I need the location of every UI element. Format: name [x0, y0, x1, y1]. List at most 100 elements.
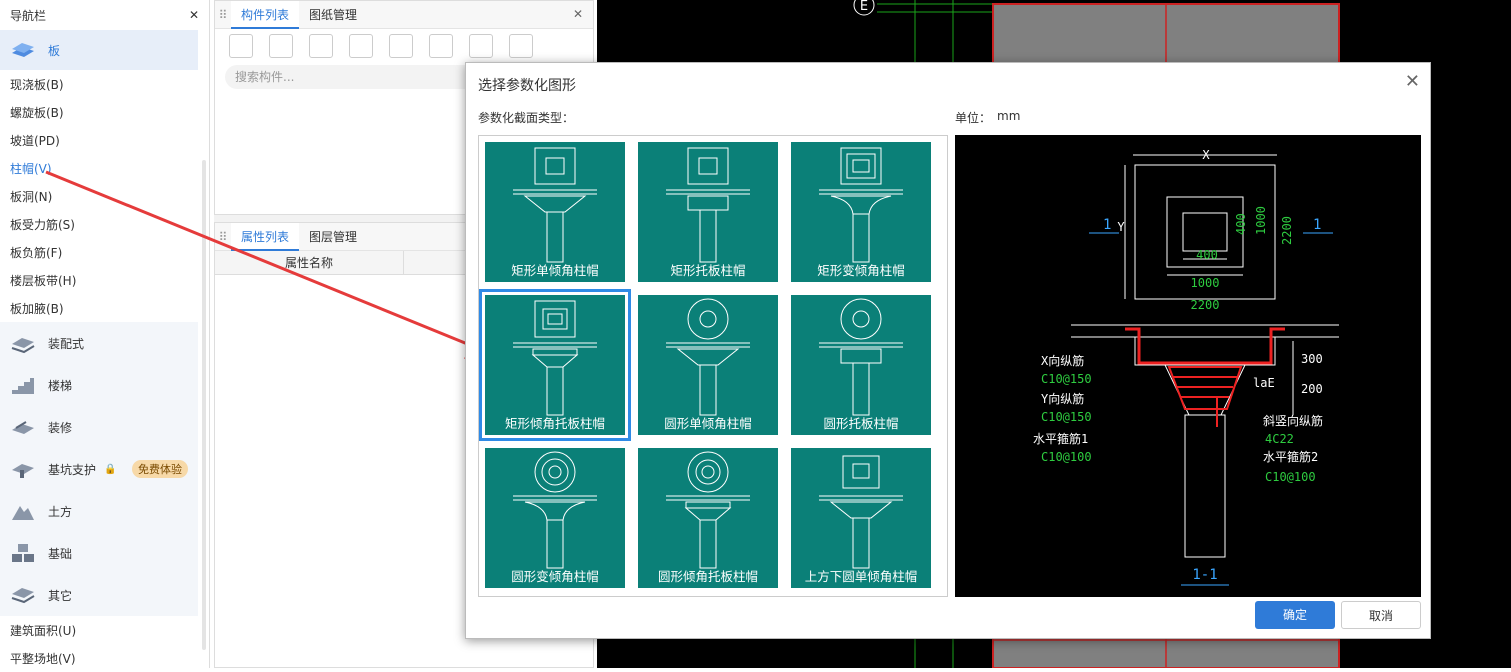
save-icon[interactable]	[389, 34, 413, 58]
nav-item-negative-rebar[interactable]: 板负筋(F)	[0, 238, 209, 266]
nav-category-prefab[interactable]: 装配式	[0, 322, 198, 364]
nav-item-slab-opening[interactable]: 板洞(N)	[0, 182, 209, 210]
close-icon[interactable]: ✕	[573, 7, 583, 21]
dim-200: 200	[1301, 382, 1323, 396]
drag-handle-icon[interactable]: ⠿	[215, 230, 231, 244]
x-rebar-value: C10@150	[1041, 372, 1092, 386]
nav-category-pit-support[interactable]: 基坑支护 🔒 免费体验	[0, 448, 198, 490]
confirm-button[interactable]: 确定	[1255, 601, 1335, 629]
slab-icon	[10, 39, 36, 61]
axis-label: E	[860, 0, 868, 14]
nav-category-label: 楼梯	[48, 378, 73, 393]
nav-category-earthwork[interactable]: 土方	[0, 490, 198, 532]
shape-circle-single-tilt[interactable]: 圆形单倾角柱帽	[638, 295, 778, 435]
dim-x: X	[1202, 148, 1210, 162]
stairs-icon	[10, 374, 36, 396]
decoration-icon	[10, 416, 36, 438]
horizontal-stirrup1-label: 水平箍筋1	[1033, 431, 1088, 446]
nav-category-label: 装配式	[48, 336, 85, 351]
nav-category-label: 基坑支护	[48, 462, 97, 477]
nav-category-decoration[interactable]: 装修	[0, 406, 198, 448]
nav-item-building-area[interactable]: 建筑面积(U)	[0, 616, 209, 644]
dim-2200-v: 2200	[1280, 216, 1294, 245]
dialog-title: 选择参数化图形	[478, 78, 576, 94]
nav-item-ramp[interactable]: 坡道(PD)	[0, 126, 209, 154]
dim-2200-h: 2200	[1191, 298, 1220, 312]
slab-item-list: 现浇板(B) 螺旋板(B) 坡道(PD) 柱帽(V) 板洞(N) 板受力筋(S)…	[0, 70, 209, 322]
nav-scrollbar[interactable]	[202, 160, 206, 650]
shape-caption: 矩形单倾角柱帽	[511, 263, 599, 278]
unit-label: 单位：	[955, 111, 992, 125]
nav-category-stairs[interactable]: 楼梯	[0, 364, 198, 406]
shape-caption: 圆形变倾角柱帽	[511, 569, 599, 584]
slant-vertical-rebar-label: 斜竖向纵筋	[1263, 413, 1323, 428]
other-icon	[10, 584, 36, 606]
nav-item-slab-rebar[interactable]: 板受力筋(S)	[0, 210, 209, 238]
tab-property-list[interactable]: 属性列表	[231, 222, 300, 251]
shape-square-top-round-bottom[interactable]: 上方下圆单倾角柱帽	[791, 448, 931, 588]
new-component-icon[interactable]	[229, 34, 253, 58]
pit-support-icon	[10, 458, 36, 480]
shape-rect-single-tilt[interactable]: 矩形单倾角柱帽	[485, 142, 625, 282]
horizontal-stirrup1-value: C10@100	[1041, 450, 1092, 464]
y-rebar-label: Y向纵筋	[1041, 391, 1084, 406]
nav-category-label: 土方	[48, 504, 73, 519]
horizontal-stirrup2-label: 水平箍筋2	[1263, 449, 1318, 464]
cancel-button[interactable]: 取消	[1341, 601, 1421, 629]
dim-400-h: 400	[1196, 248, 1218, 262]
free-trial-badge[interactable]: 免费体验	[132, 460, 188, 478]
shape-circle-tilt-drop-panel[interactable]: 圆形倾角托板柱帽	[638, 448, 778, 588]
panel1-tabbar: ⠿ 构件列表 图纸管理 ✕	[215, 0, 593, 29]
nav-item-cast-slab[interactable]: 现浇板(B)	[0, 70, 209, 98]
shape-caption: 上方下圆单倾角柱帽	[804, 569, 918, 584]
nav-item-column-cap[interactable]: 柱帽(V)	[0, 154, 209, 182]
nav-item-slab-strip[interactable]: 楼层板带(H)	[0, 266, 209, 294]
shape-preview: X Y 1 1 400 400 1000 1000 2200 2200 X向纵筋…	[955, 135, 1421, 597]
shape-caption: 矩形倾角托板柱帽	[504, 416, 605, 431]
delete-icon[interactable]	[309, 34, 333, 58]
shape-circle-drop-panel[interactable]: 圆形托板柱帽	[791, 295, 931, 435]
drag-handle-icon[interactable]: ⠿	[215, 8, 231, 22]
nav-category-label: 装修	[48, 420, 73, 435]
section-title: 1-1	[1192, 567, 1217, 583]
dim-400-v: 400	[1234, 213, 1248, 235]
nav-item-spiral-slab[interactable]: 螺旋板(B)	[0, 98, 209, 126]
dim-y: Y	[1117, 220, 1125, 234]
tab-component-list[interactable]: 构件列表	[231, 0, 300, 29]
close-icon[interactable]: ✕	[1405, 71, 1420, 92]
close-icon[interactable]: ✕	[189, 8, 199, 22]
y-rebar-value: C10@150	[1041, 410, 1092, 424]
shape-rect-tilt-drop-panel[interactable]: 矩形倾角托板柱帽	[479, 289, 631, 441]
horizontal-stirrup2-value: C10@100	[1265, 470, 1316, 484]
shape-caption: 圆形托板柱帽	[823, 416, 899, 431]
list-icon[interactable]	[469, 34, 493, 58]
nav-title: 导航栏	[10, 8, 47, 23]
nav-item-slab-haunch[interactable]: 板加腋(B)	[0, 294, 209, 322]
section-type-label: 参数化截面类型：	[478, 111, 575, 125]
foundation-icon	[10, 542, 36, 564]
layer-copy-icon[interactable]	[429, 34, 453, 58]
slant-vertical-rebar-value: 4C22	[1265, 432, 1294, 446]
tab-layer-management[interactable]: 图层管理	[299, 223, 367, 251]
nav-category-label: 基础	[48, 546, 73, 561]
x-rebar-label: X向纵筋	[1041, 353, 1084, 368]
nav-category-slab[interactable]: 板	[0, 30, 198, 70]
nav-category-other[interactable]: 其它	[0, 574, 198, 616]
section-mark-left: 1	[1103, 217, 1111, 233]
shape-circle-variable-tilt[interactable]: 圆形变倾角柱帽	[485, 448, 625, 588]
nav-category-foundation[interactable]: 基础	[0, 532, 198, 574]
tab-drawing-management[interactable]: 图纸管理	[299, 1, 367, 29]
duplicate-icon[interactable]	[349, 34, 373, 58]
filter-icon[interactable]	[509, 34, 533, 58]
prefab-icon	[10, 332, 36, 354]
shape-rect-drop-panel[interactable]: 矩形托板柱帽	[638, 142, 778, 282]
nav-category-label: 板	[48, 43, 61, 58]
shape-rect-variable-tilt[interactable]: 矩形变倾角柱帽	[791, 142, 931, 282]
dim-1000-h: 1000	[1191, 276, 1220, 290]
section-mark-right: 1	[1313, 217, 1321, 233]
copy-icon[interactable]	[269, 34, 293, 58]
dim-1000-v: 1000	[1254, 206, 1268, 235]
select-parametric-shape-dialog: 选择参数化图形 ✕ 参数化截面类型： 单位： mm 矩形单倾角柱帽 矩形托板柱帽…	[465, 62, 1431, 639]
shape-caption: 矩形变倾角柱帽	[817, 263, 905, 278]
shape-caption: 矩形托板柱帽	[670, 263, 746, 278]
